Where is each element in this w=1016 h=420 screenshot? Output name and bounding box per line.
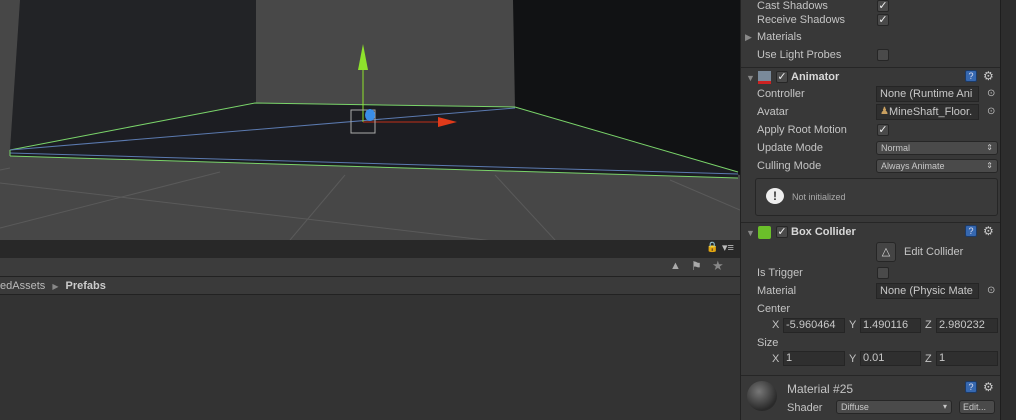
size-label: Size bbox=[757, 337, 779, 349]
size-z-field[interactable]: 1 bbox=[936, 351, 998, 366]
panel-tab-bar: 🔒 ▾≡ bbox=[0, 240, 740, 258]
culling-mode-dropdown[interactable]: Always Animate ⇕ bbox=[876, 159, 998, 173]
shader-value: Diffuse bbox=[841, 402, 869, 412]
object-picker-icon[interactable]: ⊙ bbox=[987, 88, 995, 99]
x-label: X bbox=[772, 319, 780, 331]
expand-triangle-icon[interactable]: ▶ bbox=[745, 32, 752, 43]
edit-collider-label: Edit Collider bbox=[904, 246, 964, 258]
inspector-panel: Cast Shadows ✓ Receive Shadows ✓ ▶ Mater… bbox=[740, 0, 1001, 420]
divider bbox=[741, 67, 1001, 68]
dropdown-arrows-icon: ⇕ bbox=[986, 143, 993, 152]
object-picker-icon[interactable]: ⊙ bbox=[987, 285, 995, 296]
cast-shadows-label: Cast Shadows bbox=[757, 0, 828, 12]
y-label: Y bbox=[849, 353, 857, 365]
edit-collider-button[interactable]: △ bbox=[876, 242, 896, 262]
collapse-triangle-icon[interactable]: ▼ bbox=[746, 73, 755, 83]
receive-shadows-label: Receive Shadows bbox=[757, 14, 846, 26]
cast-shadows-checkbox[interactable]: ✓ bbox=[877, 0, 889, 12]
apply-root-motion-label: Apply Root Motion bbox=[757, 124, 847, 136]
update-mode-dropdown[interactable]: Normal ⇕ bbox=[876, 141, 998, 155]
size-y-field[interactable]: 0.01 bbox=[860, 351, 921, 366]
gear-icon[interactable]: ⚙ bbox=[983, 69, 994, 83]
divider bbox=[741, 375, 1001, 376]
center-label: Center bbox=[757, 303, 791, 315]
scene-view[interactable] bbox=[0, 0, 741, 271]
material-title: Material #25 bbox=[787, 382, 854, 396]
culling-mode-value: Always Animate bbox=[881, 161, 945, 171]
update-mode-label: Update Mode bbox=[757, 142, 824, 154]
is-trigger-label: Is Trigger bbox=[757, 267, 803, 279]
receive-shadows-checkbox[interactable]: ✓ bbox=[877, 14, 889, 26]
menu-icon[interactable]: ▾≡ bbox=[722, 241, 734, 254]
help-icon[interactable]: ? bbox=[965, 70, 977, 82]
apply-root-motion-checkbox[interactable]: ✓ bbox=[877, 124, 889, 136]
center-y-field[interactable]: 1.490116 bbox=[860, 318, 921, 333]
filter-by-type-icon[interactable]: ▲ bbox=[670, 260, 681, 272]
edit-collider-icon: △ bbox=[881, 246, 891, 258]
box-collider-enabled-checkbox[interactable]: ✓ bbox=[776, 226, 788, 238]
breadcrumb-separator-icon: ▶ bbox=[52, 282, 59, 291]
is-trigger-checkbox[interactable] bbox=[877, 267, 889, 279]
avatar-field[interactable]: ♟ MineShaft_Floor. bbox=[876, 104, 979, 120]
update-mode-value: Normal bbox=[881, 143, 911, 153]
project-toolbar: ⚲ ▲ ⚑ ★ bbox=[0, 258, 740, 293]
avatar-label: Avatar bbox=[757, 106, 789, 118]
help-icon[interactable]: ? bbox=[965, 381, 977, 393]
controller-field[interactable]: None (Runtime Ani bbox=[876, 86, 979, 102]
use-light-probes-checkbox[interactable] bbox=[877, 49, 889, 61]
breadcrumb-item[interactable]: edAssets bbox=[0, 280, 45, 292]
shader-edit-button[interactable]: Edit... bbox=[959, 400, 995, 414]
filter-by-label-icon[interactable]: ⚑ bbox=[691, 259, 702, 273]
controller-label: Controller bbox=[757, 88, 805, 100]
breadcrumb-item[interactable]: Prefabs bbox=[66, 280, 106, 292]
center-z-field[interactable]: 2.980232 bbox=[936, 318, 998, 333]
shader-label: Shader bbox=[787, 402, 823, 414]
avatar-icon: ♟ bbox=[880, 106, 889, 117]
box-collider-icon bbox=[758, 226, 771, 239]
animator-title: Animator bbox=[791, 71, 840, 83]
object-picker-icon[interactable]: ⊙ bbox=[987, 106, 995, 117]
collapse-triangle-icon[interactable]: ▼ bbox=[746, 228, 755, 238]
project-panel: 🔒 ▾≡ ⚲ ▲ ⚑ ★ edAssets ▶ Prefabs bbox=[0, 240, 740, 420]
z-axis-handle[interactable] bbox=[365, 109, 375, 121]
culling-mode-label: Culling Mode bbox=[757, 160, 822, 172]
help-message: Not initialized bbox=[792, 192, 846, 202]
use-light-probes-label: Use Light Probes bbox=[757, 49, 842, 61]
center-x-field[interactable]: -5.960464 bbox=[783, 318, 845, 333]
material-label: Material bbox=[757, 285, 797, 297]
dropdown-arrow-icon: ▾ bbox=[942, 402, 947, 411]
favorites-icon[interactable]: ★ bbox=[712, 258, 724, 274]
materials-foldout[interactable]: Materials bbox=[757, 31, 802, 43]
shader-dropdown[interactable]: Diffuse ▾ bbox=[836, 400, 952, 414]
y-label: Y bbox=[849, 319, 857, 331]
lock-icon[interactable]: 🔒 bbox=[706, 242, 718, 253]
dropdown-arrows-icon: ⇕ bbox=[986, 161, 993, 170]
animator-enabled-checkbox[interactable]: ✓ bbox=[776, 71, 788, 83]
gear-icon[interactable]: ⚙ bbox=[983, 380, 994, 394]
info-icon: ! bbox=[766, 188, 784, 204]
material-preview-sphere bbox=[747, 381, 777, 411]
inspector-scrollbar[interactable] bbox=[1000, 0, 1016, 420]
z-label: Z bbox=[925, 319, 932, 331]
help-icon[interactable]: ? bbox=[965, 225, 977, 237]
z-label: Z bbox=[925, 353, 932, 365]
physic-material-field[interactable]: None (Physic Mate bbox=[876, 283, 979, 299]
x-label: X bbox=[772, 353, 780, 365]
animator-icon bbox=[758, 71, 771, 84]
size-x-field[interactable]: 1 bbox=[783, 351, 845, 366]
box-collider-title: Box Collider bbox=[791, 226, 856, 238]
scene-canvas[interactable] bbox=[0, 0, 741, 271]
avatar-value: MineShaft_Floor. bbox=[889, 106, 973, 118]
gear-icon[interactable]: ⚙ bbox=[983, 224, 994, 238]
back-wall bbox=[256, 0, 515, 108]
breadcrumb: edAssets ▶ Prefabs bbox=[0, 277, 740, 295]
help-box: ! Not initialized bbox=[755, 178, 998, 216]
divider bbox=[741, 222, 1001, 223]
